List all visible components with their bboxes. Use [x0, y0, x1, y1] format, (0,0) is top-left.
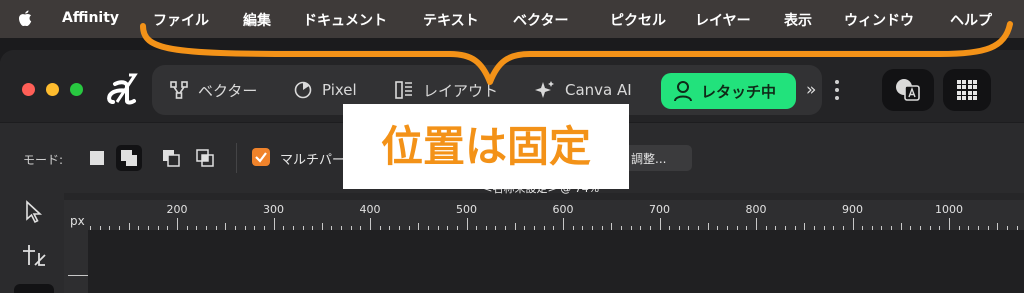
adjust-button[interactable]: 調整... [622, 145, 692, 171]
ruler-tick [659, 218, 661, 230]
ruler-label: 700 [649, 203, 670, 216]
ruler-tick [128, 223, 130, 230]
vertical-ruler[interactable] [64, 230, 88, 293]
ruler-tick [177, 218, 178, 230]
mode-label: モード: [23, 153, 64, 167]
tool-slot-icon[interactable] [14, 284, 54, 293]
adjust-label: 調整... [631, 152, 667, 166]
ruler-label: 600 [552, 203, 574, 216]
canvas-area[interactable] [64, 230, 1024, 293]
ruler-tick [900, 223, 902, 230]
ruler-tick [611, 223, 613, 230]
multi-pass-label: マルチパー [280, 153, 346, 168]
move-tool-icon[interactable] [24, 200, 44, 224]
ruler-label: 300 [263, 203, 284, 216]
annotation-brace [140, 21, 1013, 85]
toolbar-divider [236, 143, 237, 173]
ruler-tick [997, 223, 999, 230]
mode-add-button[interactable] [116, 145, 142, 171]
square-mode-icon [90, 151, 104, 165]
mode-subtract-button[interactable] [158, 145, 184, 171]
mode-new-button[interactable] [84, 145, 110, 171]
multi-pass-checkbox[interactable] [252, 148, 270, 166]
ruler-label: 900 [842, 203, 863, 216]
ruler-tick [225, 223, 227, 230]
annotation-callout: 位置は固定 [343, 104, 629, 189]
crop-tool-icon[interactable] [21, 243, 47, 269]
mode-intersect-button[interactable] [192, 145, 218, 171]
ruler-tick [418, 223, 420, 230]
horizontal-ruler[interactable]: px 200 300 400 500 600 700 800 900 1000 [64, 200, 1024, 230]
ruler-tick [756, 218, 757, 230]
ruler-tick [804, 223, 806, 230]
ruler-unit: px [70, 214, 85, 228]
ruler-label: 1000 [935, 203, 963, 216]
ruler-tick [321, 223, 323, 230]
ruler-tick [514, 223, 516, 230]
ruler-label: 400 [359, 203, 381, 216]
ruler-tick [466, 218, 468, 230]
ruler-tick [707, 223, 709, 230]
subtract-mode-icon [163, 150, 180, 167]
ruler-tick [370, 218, 371, 230]
ruler-label: 800 [745, 203, 767, 216]
ruler-tick [563, 218, 564, 230]
ruler-tick [273, 218, 275, 230]
ruler-label: 500 [456, 203, 477, 216]
ruler-tick [949, 218, 950, 230]
annotation-text: 位置は固定 [380, 122, 591, 171]
checkmark-icon [255, 152, 267, 163]
ruler-label: 200 [166, 203, 188, 216]
tools-panel [0, 192, 64, 293]
vertical-ruler-tick [68, 275, 88, 276]
ruler-tick [852, 218, 854, 230]
add-mode-icon [121, 150, 137, 166]
intersect-mode-icon [196, 149, 214, 167]
